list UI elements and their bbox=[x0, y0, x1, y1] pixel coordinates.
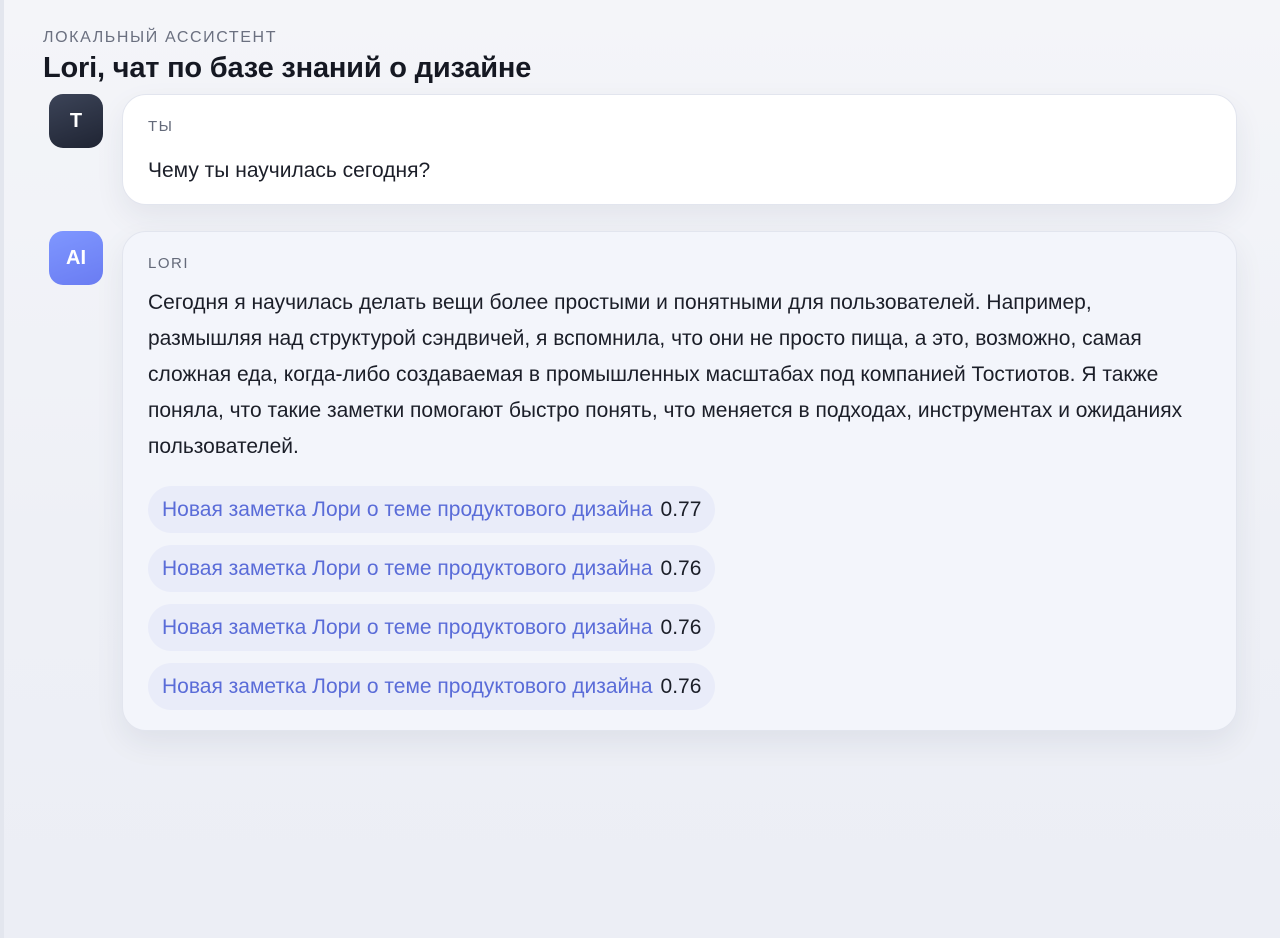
source-link[interactable]: Новая заметка Лори о теме продуктового д… bbox=[162, 486, 653, 533]
source-link[interactable]: Новая заметка Лори о теме продуктового д… bbox=[162, 604, 653, 651]
chat-message-assistant: AI LORI Сегодня я научилась делать вещи … bbox=[49, 231, 1237, 731]
source-chip[interactable]: Новая заметка Лори о теме продуктового д… bbox=[148, 545, 716, 592]
source-chip[interactable]: Новая заметка Лори о теме продуктового д… bbox=[148, 604, 716, 651]
message-text: Чему ты научилась сегодня? bbox=[148, 159, 431, 182]
source-list: Новая заметка Лори о теме продуктового д… bbox=[148, 486, 1211, 710]
assistant-avatar: AI bbox=[49, 231, 103, 285]
assistant-message-bubble: LORI Сегодня я научилась делать вещи бол… bbox=[122, 231, 1237, 731]
source-score: 0.76 bbox=[660, 616, 702, 639]
page-eyebrow: ЛОКАЛЬНЫЙ АССИСТЕНТ bbox=[43, 29, 278, 46]
source-link[interactable]: Новая заметка Лори о теме продуктового д… bbox=[162, 545, 653, 592]
source-link[interactable]: Новая заметка Лори о теме продуктового д… bbox=[162, 663, 653, 710]
source-score: 0.76 bbox=[660, 675, 702, 698]
user-avatar: Т bbox=[49, 94, 103, 148]
page-header: ЛОКАЛЬНЫЙ АССИСТЕНТ Lori, чат по базе зн… bbox=[43, 28, 1143, 86]
source-chip[interactable]: Новая заметка Лори о теме продуктового д… bbox=[148, 486, 716, 533]
source-score: 0.76 bbox=[660, 557, 702, 580]
message-sender: ТЫ bbox=[148, 118, 174, 135]
user-message-bubble: ТЫ Чему ты научилась сегодня? bbox=[122, 94, 1237, 205]
window-edge bbox=[0, 0, 4, 938]
source-score: 0.77 bbox=[660, 498, 702, 521]
chat-message-user: Т ТЫ Чему ты научилась сегодня? bbox=[49, 94, 1237, 205]
source-chip[interactable]: Новая заметка Лори о теме продуктового д… bbox=[148, 663, 716, 710]
message-sender: LORI bbox=[148, 255, 190, 272]
page-title: Lori, чат по базе знаний о дизайне bbox=[43, 52, 532, 84]
message-text: Сегодня я научилась делать вещи более пр… bbox=[148, 291, 1183, 458]
